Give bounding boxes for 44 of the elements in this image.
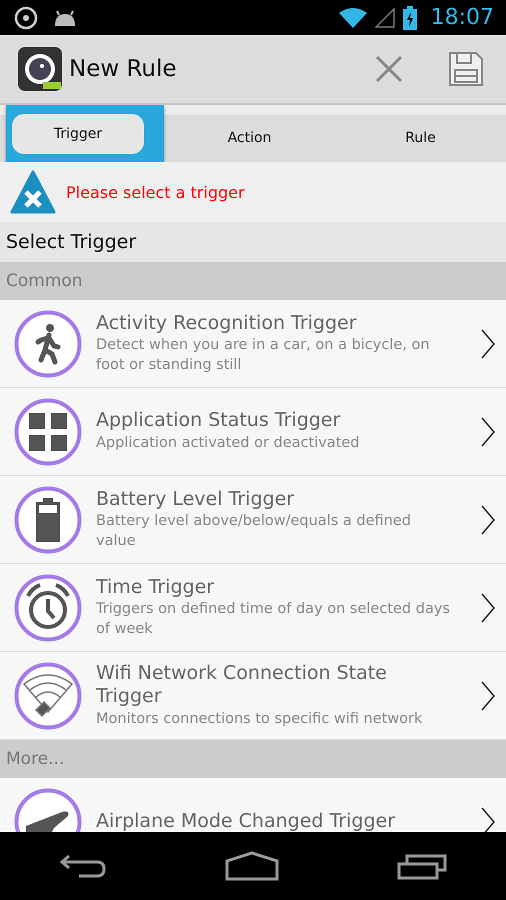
cell-signal-icon	[374, 8, 395, 28]
trigger-list-item[interactable]: Wifi Network Connection State Trigger Monitors connections to specific wifi network	[0, 652, 506, 740]
battery-icon	[14, 486, 82, 554]
chevron-right-icon	[480, 328, 496, 360]
battery-charging-icon	[402, 6, 417, 30]
trigger-title: Airplane Mode Changed Trigger	[96, 810, 396, 832]
screen-title: New Rule	[69, 56, 177, 82]
trigger-description: Battery level above/below/equals a defined value	[96, 512, 412, 551]
trigger-list-item[interactable]: Airplane Mode Changed Trigger	[0, 778, 506, 832]
chevron-right-icon	[480, 592, 496, 624]
app-logo-icon	[17, 46, 63, 92]
wifi-signal-icon	[338, 6, 367, 28]
wifi-tag-icon	[14, 662, 82, 730]
warning-x-icon	[10, 170, 56, 214]
tab[interactable]: Trigger	[6, 105, 164, 162]
trigger-title: Time Trigger	[96, 576, 216, 598]
status-time: 18:07	[430, 5, 494, 30]
trigger-title: Wifi Network Connection State Trigger	[96, 662, 388, 708]
category-header: Common	[0, 262, 506, 300]
trigger-description: Detect when you are in a car, on a bicycle, on foot or standing still	[96, 336, 431, 375]
target-icon	[14, 6, 38, 30]
trigger-description: Monitors connections to specific wifi network	[96, 710, 424, 729]
tab[interactable]: Action	[164, 105, 335, 162]
error-message: Please select a trigger	[66, 182, 245, 202]
grid-icon	[14, 398, 82, 466]
alarm-clock-icon	[14, 574, 82, 642]
chevron-right-icon	[480, 806, 496, 832]
chevron-right-icon	[480, 680, 496, 712]
walking-person-icon	[14, 310, 82, 378]
tab[interactable]: Rule	[335, 105, 506, 162]
category-header: More...	[0, 740, 506, 778]
chevron-right-icon	[480, 504, 496, 536]
chevron-right-icon	[480, 416, 496, 448]
android-icon	[52, 8, 78, 28]
trigger-list-item[interactable]: Time Trigger Triggers on defined time of day on selected days of week	[0, 564, 506, 652]
trigger-list-item[interactable]: Battery Level Trigger Battery level above/below/equals a defined value	[0, 476, 506, 564]
trigger-title: Application Status Trigger	[96, 409, 342, 432]
trigger-title: Battery Level Trigger	[96, 488, 296, 510]
trigger-list-item[interactable]: Application Status Trigger Application activated or deactivated	[0, 388, 506, 476]
trigger-description: Triggers on defined time of day on selected days of week	[96, 600, 451, 639]
trigger-description: Application activated or deactivated	[96, 434, 360, 454]
trigger-title: Activity Recognition Trigger	[96, 312, 358, 334]
trigger-list-item[interactable]: Activity Recognition Trigger Detect when you are in a car, on a bicycle, on foot or standing still	[0, 300, 506, 388]
section-heading: Select Trigger	[0, 222, 506, 262]
